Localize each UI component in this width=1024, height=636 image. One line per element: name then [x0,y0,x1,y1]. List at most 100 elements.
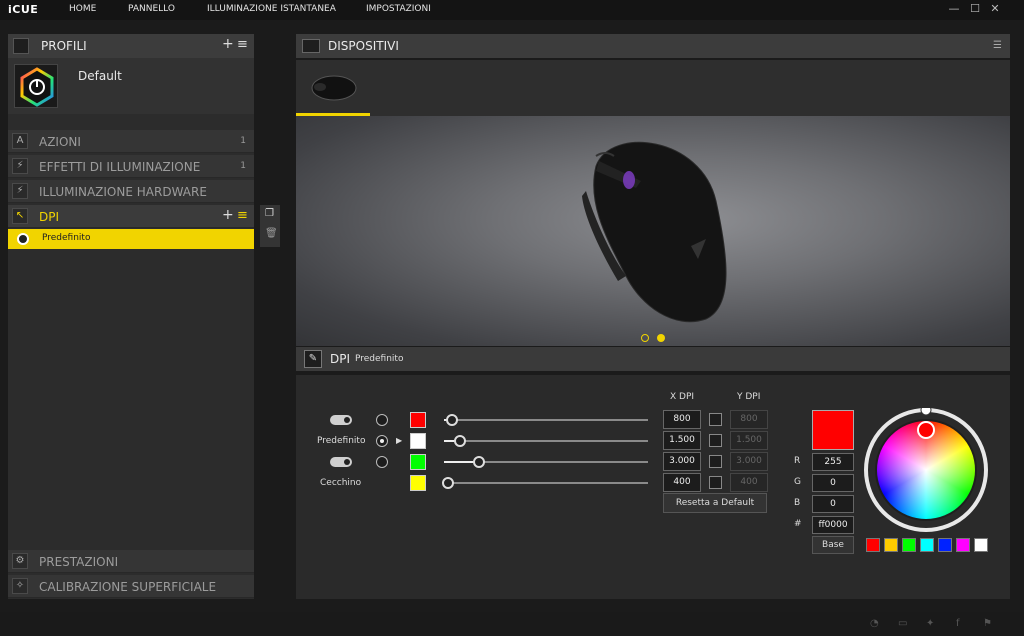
xy-link-checkbox[interactable] [709,455,722,468]
section-prestazioni[interactable]: ⚙ PRESTAZIONI [8,550,254,573]
devices-menu-icon[interactable]: ☰ [993,40,1002,51]
dpi-panel-body: X DPI Y DPI 800 800 Predefinito ▶ 1.500 1.500… [296,375,1010,599]
dpi-slider-knob[interactable] [442,477,454,489]
x-dpi-input[interactable]: 1.500 [663,431,701,450]
page-dot-active[interactable] [657,334,666,342]
color-preset-swatch[interactable] [956,538,970,552]
nav-home[interactable]: HOME [69,4,96,14]
color-preset-swatch[interactable] [902,538,916,552]
stage-toggle[interactable] [330,415,352,425]
color-preset-swatch[interactable] [866,538,880,552]
section-dpi[interactable]: ↖ DPI + ≡ [8,205,254,228]
dpi-panel-subtitle: Predefinito [355,354,404,364]
y-dpi-input: 3.000 [730,452,768,471]
color-preset-swatch[interactable] [974,538,988,552]
reset-default-button[interactable]: Resetta a Default [663,493,767,513]
dpi-menu-button[interactable]: ≡ [237,208,248,223]
base-button[interactable]: Base [812,536,854,554]
dpi-slider-knob[interactable] [472,456,485,468]
mouse-thumbnail-icon [311,75,357,101]
left-panel: PROFILI + ≡ Default A AZIONI 1 ⚡ EFFETTI… [8,34,254,599]
facebook-icon[interactable]: f [956,618,960,629]
footer-bar: ◔ ▭ ✦ f ⚑ [0,612,1024,636]
page-dot[interactable] [641,334,649,342]
stage-toggle[interactable] [330,457,352,467]
stage-color-swatch[interactable] [410,412,426,428]
mouse-image [582,141,727,323]
profiles-title: PROFILI [41,39,87,53]
trash-icon[interactable]: 🗑 [265,228,278,239]
x-dpi-input[interactable]: 400 [663,473,701,492]
b-input[interactable]: 0 [812,495,854,513]
dpi-profile-item[interactable]: Predefinito [8,229,254,249]
y-dpi-input: 1.500 [730,431,768,450]
x-dpi-input[interactable]: 800 [663,410,701,429]
y-dpi-header: Y DPI [737,392,761,402]
dpi-slider-knob[interactable] [446,414,459,426]
copy-icon[interactable]: ❐ [265,208,274,219]
hex-input[interactable]: ff0000 [812,516,854,534]
edit-icon[interactable]: ✎ [304,350,322,368]
r-input[interactable]: 255 [812,453,854,471]
b-label: B [794,498,801,508]
section-label: AZIONI [39,135,81,149]
close-button[interactable]: ✕ [988,2,1002,16]
stage-default-radio[interactable] [376,414,388,426]
profiles-icon [13,38,29,54]
dpi-cursor-icon: ↖ [12,208,28,224]
nav-illuminazione-istantanea[interactable]: ILLUMINAZIONE ISTANTANEA [207,4,336,14]
g-label: G [794,477,801,487]
dpi-slider[interactable] [444,440,648,442]
xy-link-checkbox[interactable] [709,413,722,426]
section-count: 1 [240,136,246,146]
twitter-icon[interactable]: ✦ [926,618,934,629]
title-bar: iCUE HOME PANNELLO ILLUMINAZIONE ISTANTA… [0,0,1024,20]
lightning-icon: ⚡ [12,183,28,199]
color-preset-swatch[interactable] [938,538,952,552]
minimize-button[interactable]: — [947,2,961,16]
gauge-icon[interactable]: ◔ [870,618,879,629]
stage-default-radio[interactable] [376,456,388,468]
color-preset-swatch[interactable] [920,538,934,552]
profile-item-default[interactable]: Default [8,58,254,114]
nav-pannello[interactable]: PANNELLO [128,4,175,14]
stage-color-swatch[interactable] [410,433,426,449]
section-calibrazione-superficiale[interactable]: ✧ CALIBRAZIONE SUPERFICIALE [8,575,254,598]
x-dpi-input[interactable]: 3.000 [663,452,701,471]
color-wheel[interactable] [864,404,988,532]
dpi-profile-label: Predefinito [42,233,91,243]
wheel-selector[interactable] [917,421,935,439]
section-azioni[interactable]: A AZIONI 1 [8,130,254,153]
xy-link-checkbox[interactable] [709,434,722,447]
dpi-slider-knob[interactable] [454,435,467,447]
section-illuminazione-hardware[interactable]: ⚡ ILLUMINAZIONE HARDWARE [8,180,254,203]
stage-label: Cecchino [320,478,362,488]
xy-link-checkbox[interactable] [709,476,722,489]
performance-icon: ⚙ [12,553,28,569]
maximize-button[interactable]: ☐ [968,2,982,16]
profiles-menu-button[interactable]: ≡ [237,37,248,52]
add-dpi-profile-button[interactable]: + [222,207,234,223]
app-logo: iCUE [8,3,39,16]
add-profile-button[interactable]: + [222,36,234,52]
x-dpi-header: X DPI [670,392,695,402]
stage-default-radio[interactable] [376,435,388,447]
stage-color-swatch[interactable] [410,454,426,470]
dpi-panel-title: DPI [330,352,351,366]
stage-color-swatch[interactable] [410,475,426,491]
section-label: PRESTAZIONI [39,555,119,569]
color-preset-swatch[interactable] [884,538,898,552]
y-dpi-input: 800 [730,410,768,429]
nav-impostazioni[interactable]: IMPOSTAZIONI [366,4,431,14]
chat-icon[interactable]: ▭ [898,618,907,629]
device-tabs [296,60,1010,116]
dpi-profile-tools: ❐ 🗑 [260,205,280,247]
g-input[interactable]: 0 [812,474,854,492]
corsair-icon[interactable]: ⚑ [983,618,992,629]
section-effetti-di-illuminazione[interactable]: ⚡ EFFETTI DI ILLUMINAZIONE 1 [8,155,254,178]
dpi-slider[interactable] [444,419,648,421]
dpi-slider[interactable] [444,482,648,484]
device-tab-mouse[interactable] [296,60,370,116]
brightness-handle[interactable] [920,404,932,416]
profile-name: Default [78,69,122,83]
